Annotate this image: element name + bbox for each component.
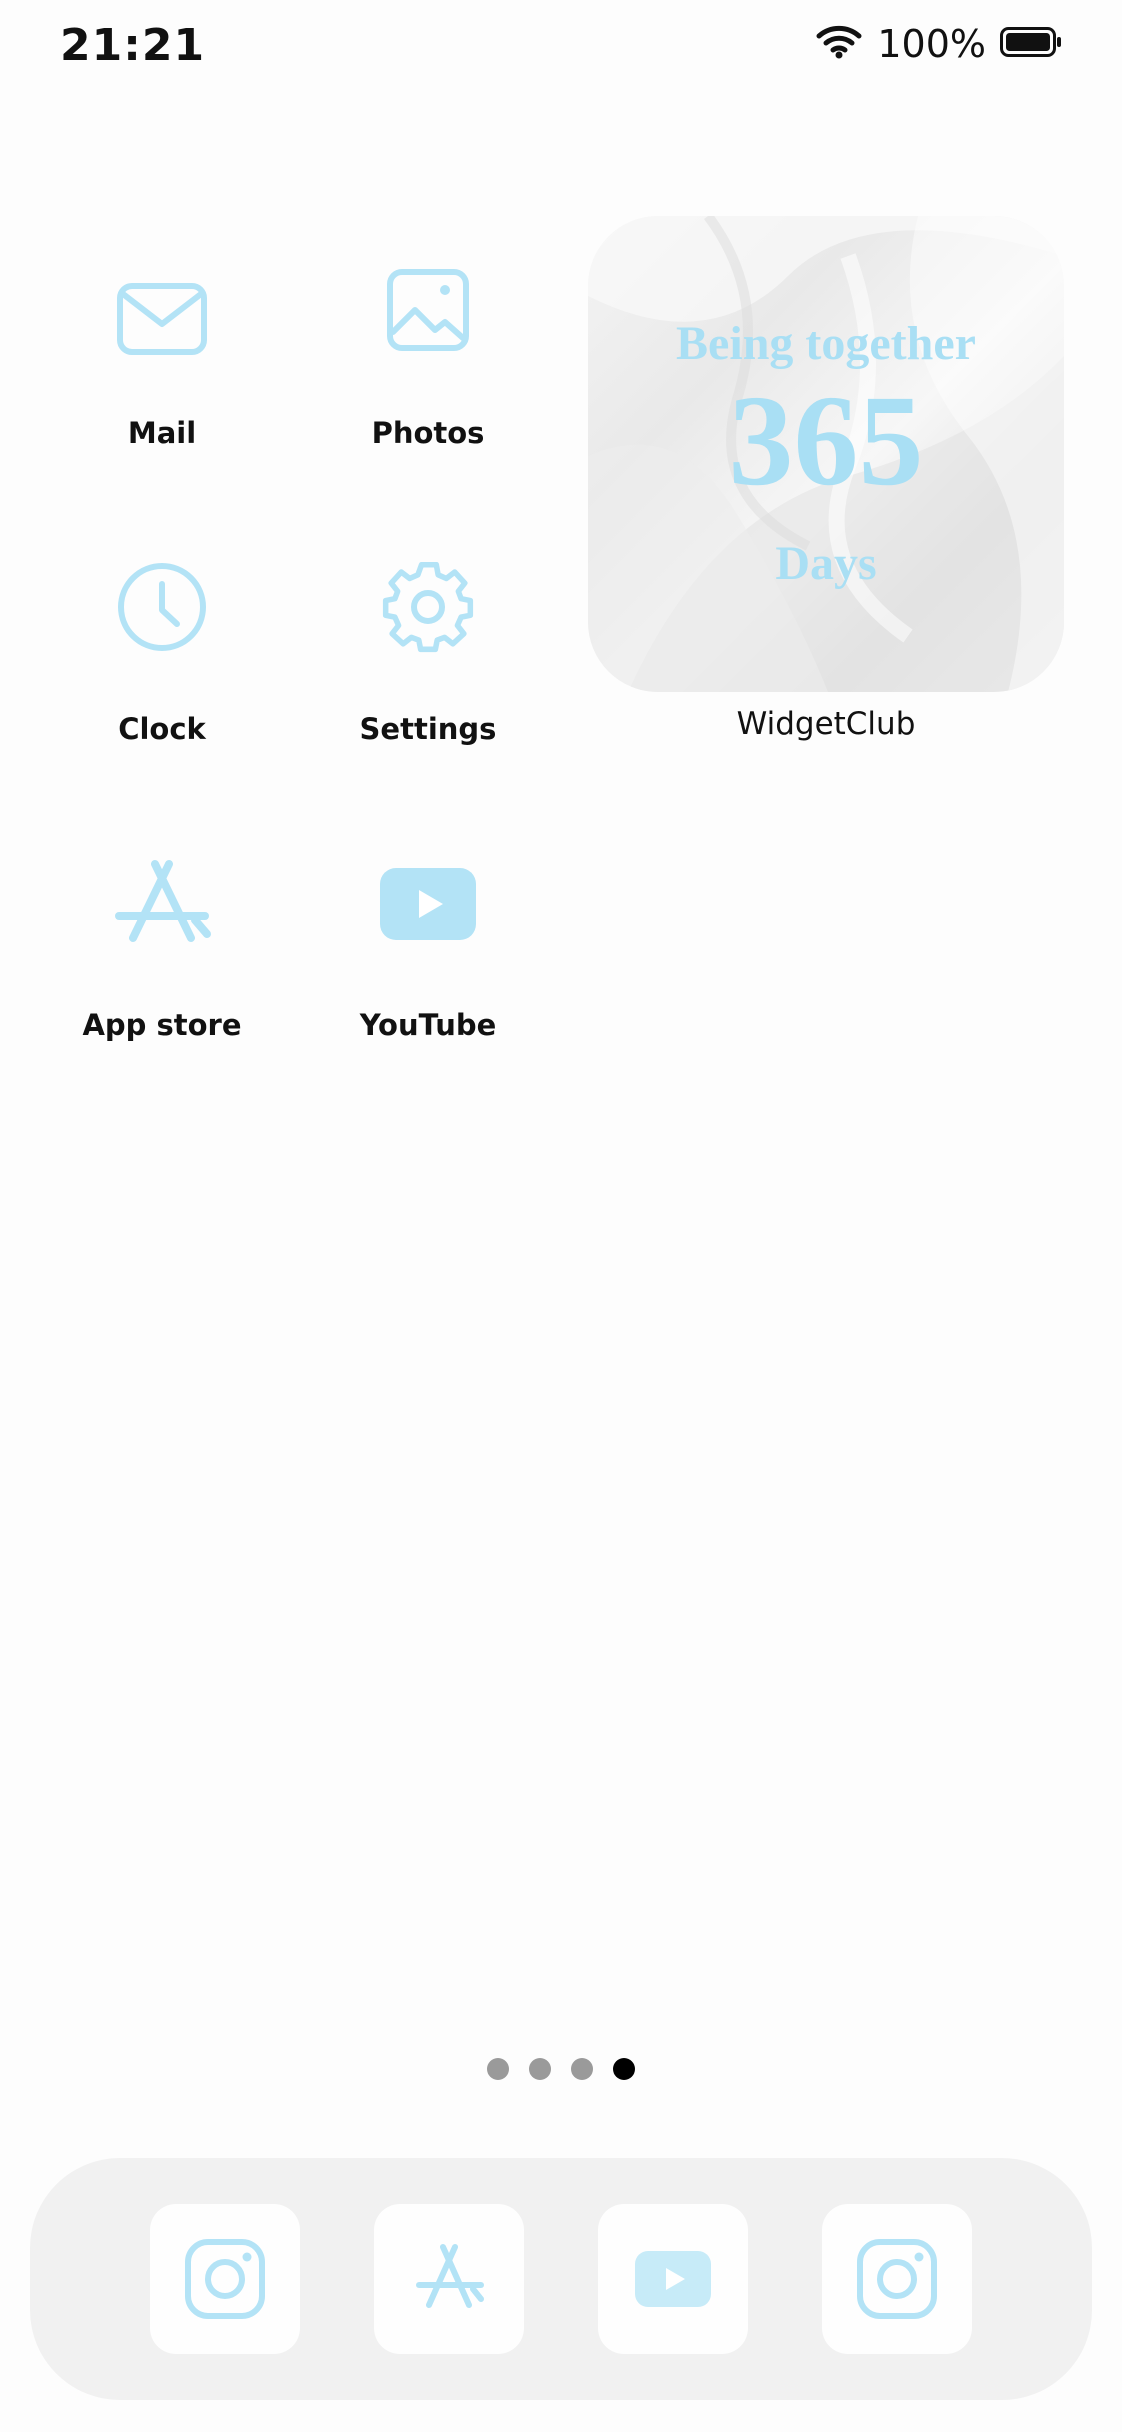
battery-icon [1000, 27, 1062, 61]
gear-icon [373, 561, 483, 672]
app-label-settings: Settings [359, 712, 497, 746]
app-label-clock: Clock [118, 712, 206, 746]
page-dot [571, 2058, 593, 2080]
battery-percent: 100% [877, 22, 986, 66]
dock [30, 2158, 1092, 2400]
status-time: 21:21 [60, 20, 206, 71]
youtube-icon [635, 2251, 711, 2307]
app-store-icon [416, 2244, 484, 2308]
instagram-icon [185, 2239, 265, 2319]
widget-text: Being together 365 Days [588, 216, 1064, 692]
wifi-icon [815, 24, 863, 64]
dock-item-instagram[interactable] [150, 2204, 300, 2354]
app-youtube[interactable]: YouTube [318, 858, 538, 1042]
app-photos[interactable]: Photos [318, 266, 538, 450]
status-bar-right: 100% [815, 22, 1062, 66]
page-indicator[interactable] [0, 2058, 1122, 2080]
instagram-icon [857, 2239, 937, 2319]
page-dot-active [613, 2058, 635, 2080]
mail-icon [107, 266, 217, 376]
app-store-icon [107, 858, 217, 968]
widget-line-3: Days [775, 537, 877, 590]
app-settings[interactable]: Settings [318, 561, 538, 746]
dock-item-youtube[interactable] [598, 2204, 748, 2354]
app-label-app-store: App store [82, 1008, 242, 1042]
widget-day-count: 365 [728, 369, 924, 513]
app-label-mail: Mail [127, 416, 197, 450]
page-dot [487, 2058, 509, 2080]
dock-item-app-store[interactable] [374, 2204, 524, 2354]
youtube-icon [373, 858, 483, 968]
page-dot [529, 2058, 551, 2080]
photos-icon [373, 266, 483, 376]
app-mail[interactable]: Mail [52, 266, 272, 450]
widget-line-1: Being together [676, 317, 976, 370]
home-screen: 21:21 100% Mail Photos Clock Settings Ap… [0, 0, 1122, 2432]
dock-item-instagram-2[interactable] [822, 2204, 972, 2354]
widget-anniversary[interactable]: Being together 365 Days [588, 216, 1064, 692]
app-label-youtube: YouTube [359, 1008, 497, 1042]
widget-label: WidgetClub [736, 706, 916, 742]
clock-icon [107, 562, 217, 672]
app-clock[interactable]: Clock [52, 562, 272, 746]
app-label-photos: Photos [371, 416, 485, 450]
app-app-store[interactable]: App store [52, 858, 272, 1042]
